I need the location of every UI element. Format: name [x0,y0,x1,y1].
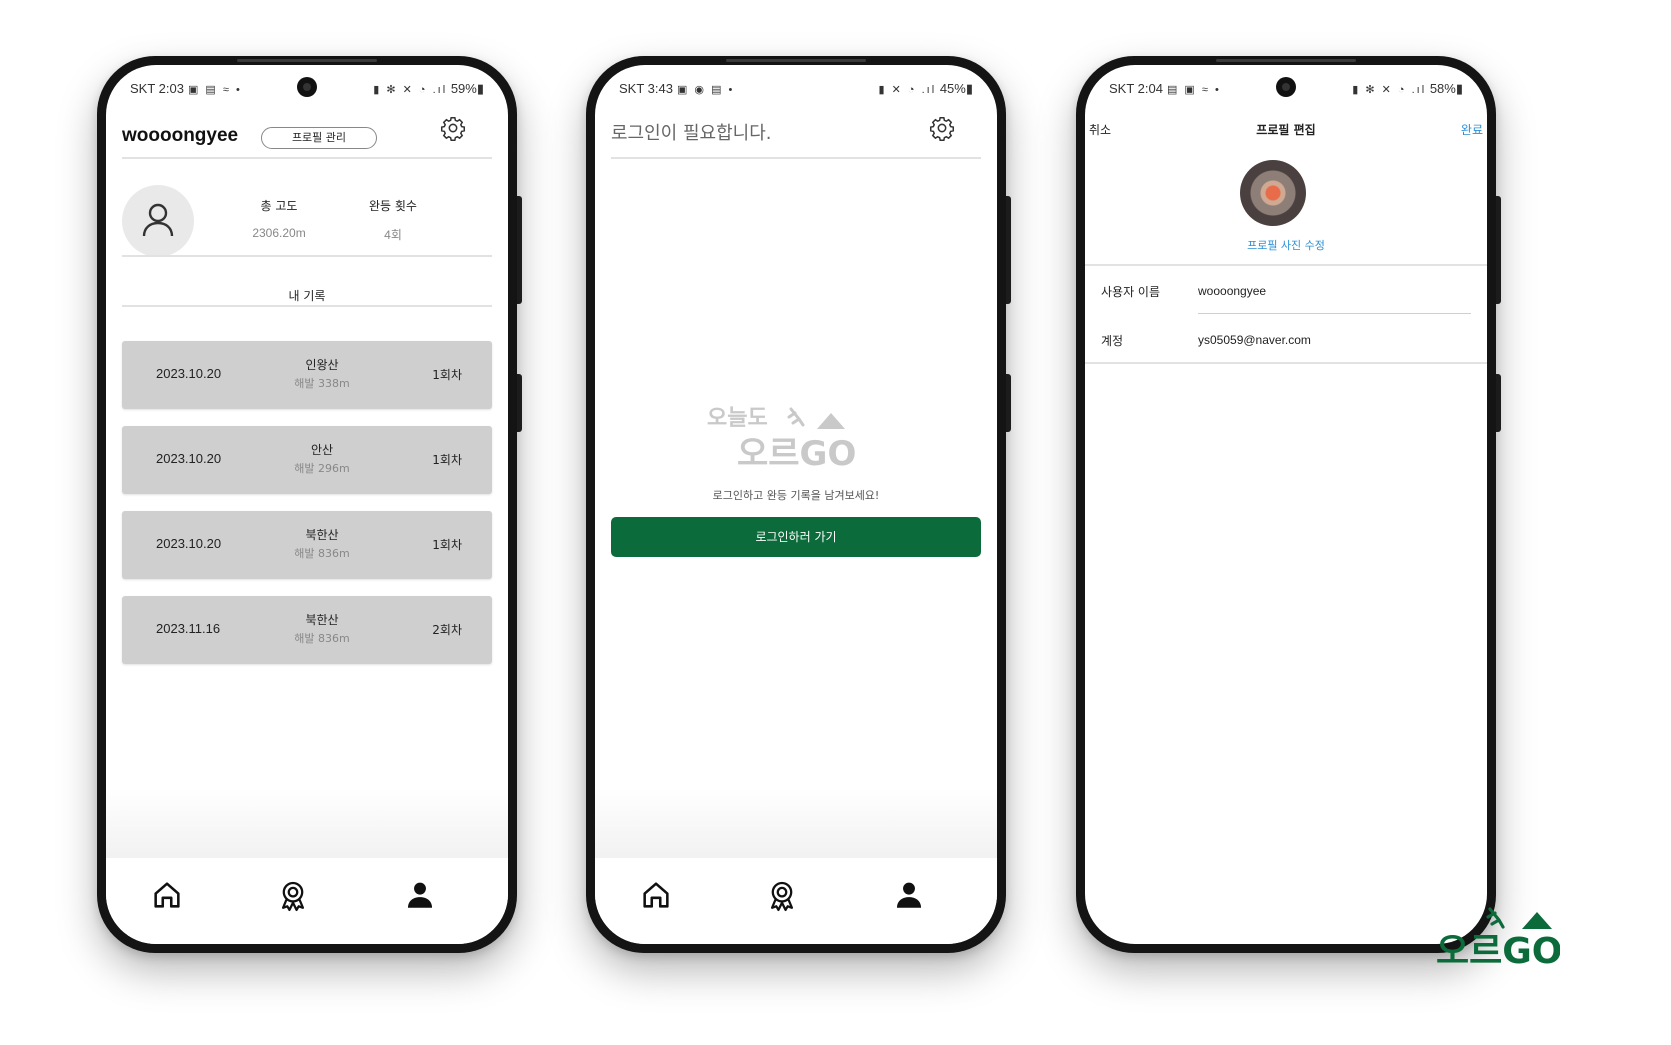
record-date: 2023.10.20 [156,366,222,381]
phone-profile: SKT 2:03 ▣ ▤ ≈ • ▮ ✻ ✕ ◔ .ıl 59%▮ woooong… [97,56,522,953]
user-outline-icon [142,203,174,237]
record-card[interactable]: 2023.10.20 인왕산 해발 338m 1회차 [122,341,492,409]
status-bar: SKT 3:43 ▣ ◉ ▤ • ▮ ✕ ◔ .ıl 45%▮ [619,79,973,101]
record-mountain: 인왕산 해발 338m [272,356,372,391]
mountain-altitude: 해발 338m [294,377,350,390]
stats-divider [122,255,492,257]
volume-button [517,196,522,304]
climber-icon [787,407,805,427]
power-button [1006,374,1011,432]
record-mountain: 북한산 해발 836m [272,611,372,646]
status-battery: ▮ ✻ ✕ ◔ .ıl 59%▮ [373,81,484,96]
status-time: SKT 2:04 ▤ ▣ ≈ • [1109,81,1221,96]
mountain-icon [817,413,845,429]
scroll-fade [106,788,508,858]
record-count: 1회차 [432,453,462,467]
avatar [122,185,194,257]
record-count: 1회차 [432,368,462,382]
home-icon[interactable] [639,878,673,912]
award-icon[interactable] [276,878,310,912]
settings-gear-icon[interactable] [929,115,955,141]
go-login-button[interactable]: 로그인하러 가기 [611,517,981,557]
front-camera [297,77,317,97]
stat-climb-count: 완등 횟수 4회 [338,197,448,243]
person-icon[interactable] [892,878,926,912]
profile-photo[interactable] [1240,160,1306,226]
username: woooongyee [122,125,239,146]
photo-divider [1085,264,1487,266]
mountain-altitude: 해발 836m [294,547,350,560]
screen-login: SKT 3:43 ▣ ◉ ▤ • ▮ ✕ ◔ .ıl 45%▮ 로그인이 필요합니… [595,65,997,944]
record-list: 2023.10.20 인왕산 해발 338m 1회차 2023.10.20 안산… [122,341,492,681]
stat-label: 완등 횟수 [369,199,417,213]
edit-photo-link[interactable]: 프로필 사진 수정 [1085,237,1487,253]
volume-button [1496,196,1501,304]
award-icon[interactable] [765,878,799,912]
done-button[interactable]: 완료 [1461,121,1483,138]
mountain-icon [1522,912,1552,929]
mountain-name: 인왕산 [305,358,339,372]
fields-divider [1085,362,1487,364]
record-card[interactable]: 2023.10.20 안산 해발 296m 1회차 [122,426,492,494]
brand-name: 오르GO [1436,931,1560,967]
screen-profile-edit: SKT 2:04 ▤ ▣ ≈ • ▮ ✻ ✕ ◔ .ıl 58%▮ 취소 프로필 … [1085,65,1487,944]
my-records-title: 내 기록 [288,289,326,303]
record-count: 1회차 [432,538,462,552]
login-hint: 로그인하고 완등 기록을 남겨보세요! [712,489,880,502]
bezel-line [237,59,377,62]
field-label-username: 사용자 이름 [1101,285,1161,299]
header-divider [611,157,981,159]
logo-line2: 오르GO [737,434,856,473]
record-card[interactable]: 2023.11.16 북한산 해발 836m 2회차 [122,596,492,664]
mountain-name: 안산 [310,443,334,457]
power-button [517,374,522,432]
field-divider [1198,313,1471,314]
tab-bar [595,858,997,944]
username-field[interactable]: woooongyee [1198,284,1266,298]
status-battery: ▮ ✻ ✕ ◔ .ıl 58%▮ [1352,81,1463,96]
header-divider [122,157,492,159]
phone-login-required: SKT 3:43 ▣ ◉ ▤ • ▮ ✕ ◔ .ıl 45%▮ 로그인이 필요합니… [586,56,1011,953]
record-mountain: 안산 해발 296m [272,441,372,476]
volume-button [1006,196,1011,304]
profile-manage-button[interactable]: 프로필 관리 [261,127,377,149]
stat-value: 2306.20m [252,226,306,240]
app-logo-gray: 오늘도 오르GO [707,406,856,473]
stat-label: 총 고도 [260,199,298,213]
account-field: ys05059@naver.com [1198,333,1311,347]
record-date: 2023.10.20 [156,536,222,551]
logo-line1: 오늘도 [707,406,768,431]
phone-profile-edit: SKT 2:04 ▤ ▣ ≈ • ▮ ✻ ✕ ◔ .ıl 58%▮ 취소 프로필 … [1076,56,1501,953]
records-divider [122,305,492,307]
status-time: SKT 2:03 ▣ ▤ ≈ • [130,81,242,96]
record-date: 2023.11.16 [156,621,221,636]
tab-bar [106,858,508,944]
page-title: 프로필 편집 [1256,123,1316,137]
stat-total-altitude: 총 고도 2306.20m [224,197,334,240]
screen-profile: SKT 2:03 ▣ ▤ ≈ • ▮ ✻ ✕ ◔ .ıl 59%▮ woooong… [106,65,508,944]
record-count: 2회차 [432,623,462,637]
mountain-altitude: 해발 836m [294,632,350,645]
record-card[interactable]: 2023.10.20 북한산 해발 836m 1회차 [122,511,492,579]
stat-value: 4회 [384,228,402,242]
bezel-line [726,59,866,62]
mountain-name: 북한산 [305,613,339,627]
person-icon[interactable] [403,878,437,912]
status-time: SKT 3:43 ▣ ◉ ▤ • [619,81,735,96]
mountain-name: 북한산 [305,528,339,542]
brand-logo: 오르GO [1436,907,1560,967]
front-camera [1276,77,1296,97]
settings-gear-icon[interactable] [440,115,466,141]
field-label-account: 계정 [1101,334,1124,348]
record-mountain: 북한산 해발 836m [272,526,372,561]
power-button [1496,374,1501,432]
mountain-altitude: 해발 296m [294,462,350,475]
climber-icon [1486,907,1505,929]
home-icon[interactable] [150,878,184,912]
bezel-line [1216,59,1356,62]
login-required-title: 로그인이 필요합니다. [611,123,772,144]
status-battery: ▮ ✕ ◔ .ıl 45%▮ [878,81,973,96]
scroll-fade [595,788,997,858]
record-date: 2023.10.20 [156,451,222,466]
